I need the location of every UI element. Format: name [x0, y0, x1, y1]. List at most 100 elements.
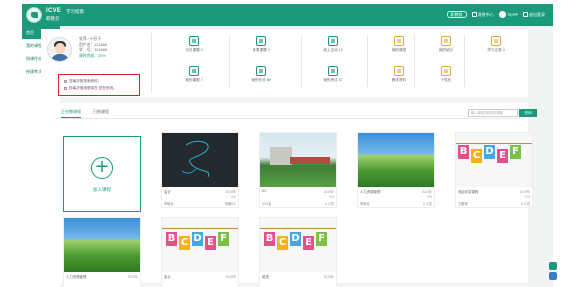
user-avatar[interactable]: [47, 37, 72, 62]
rope-image: [260, 228, 336, 229]
person-icon: [394, 36, 404, 46]
stat-online-interaction[interactable]: 线上互动 12: [301, 33, 363, 87]
stat-label: 教学资料: [391, 78, 407, 82]
course-thumbnail: [64, 218, 140, 272]
course-teacher: 0/74名: [262, 202, 272, 206]
profile-divider: [151, 33, 152, 93]
account-value: 121666: [94, 42, 107, 47]
stat-today-topics[interactable]: 今日课题 0: [164, 33, 224, 61]
stat-my-exams[interactable]: 我的考试 57: [303, 63, 363, 91]
feedback-float-icon[interactable]: [549, 262, 557, 270]
stat-value: 57: [338, 78, 343, 82]
stat-value: 7: [200, 78, 203, 82]
stat-week-topics[interactable]: 本周课题 4: [229, 33, 291, 87]
letter-flag-image: E: [497, 149, 508, 163]
letter-flag-image: D: [192, 232, 203, 246]
course-date: 2019年: [323, 190, 334, 194]
course-footer: 李继兵 授课0人: [164, 201, 236, 206]
edition-pill[interactable]: 职教版: [446, 11, 467, 18]
scribble-image: [181, 140, 210, 178]
course-title: 会计: [164, 190, 171, 194]
help-float-icon[interactable]: [549, 272, 557, 280]
rope-image: [456, 143, 532, 144]
course-thumbnail: [260, 133, 336, 187]
course-thumbnail: [358, 133, 434, 187]
user-menu[interactable]: Spark: [498, 11, 518, 18]
letter-flag-image: D: [290, 232, 301, 246]
course-card[interactable]: B C D E F 会计 2019年: [161, 217, 239, 287]
stat-label: 今日课题: [185, 48, 200, 52]
course-date: 2020年: [421, 190, 432, 194]
notice-item[interactable]: 您每次使用登录在 您在系统。: [64, 85, 134, 92]
logout-icon: [523, 11, 528, 17]
letter-flag-image: C: [179, 236, 190, 250]
course-thumbnail: [162, 133, 238, 187]
stat-label: 我的考试: [323, 78, 338, 82]
course-card[interactable]: SC 2019年 0% 0/74名 0 人员: [259, 132, 337, 208]
letter-flag-image: B: [166, 232, 177, 246]
tab-past-courses[interactable]: 已授课程: [93, 109, 109, 118]
stat-label: 个性化: [440, 78, 452, 82]
checkbox-icon: [64, 86, 67, 90]
courses-panel: 正在教课程 已授课程 输入课程名称查询课程 查询 + 加入课程 会计 2019年…: [41, 103, 537, 287]
course-search-input[interactable]: 输入课程名称查询课程: [468, 109, 518, 117]
id-label: 学 号：: [79, 48, 95, 52]
tab-current-courses[interactable]: 正在教课程: [61, 109, 81, 118]
brand-tag[interactable]: 学习指南: [66, 9, 84, 15]
course-title: 人力资源管理: [360, 190, 381, 194]
doc-icon: [189, 66, 199, 76]
letter-flag-image: F: [316, 232, 327, 246]
header-actions: 职教版 消息中心 Spark 退出登录: [446, 11, 545, 18]
stat-value: 0: [200, 48, 203, 52]
course-card[interactable]: 会计 2019年 0% 李继兵 授课0人: [161, 132, 239, 208]
stat-my-courses[interactable]: 我的课程 7: [164, 63, 224, 91]
message-center-link[interactable]: 消息中心: [471, 12, 494, 18]
course-card[interactable]: B C D E F 电影欣赏课程 2019年 0% 王鹏程 0 人员: [455, 132, 533, 208]
letter-flag-image: C: [277, 236, 288, 250]
course-thumbnail: B C D E F: [260, 218, 336, 272]
notice-box: 您每次登录系统时。 您每次使用登录在 您在系统。: [58, 74, 140, 96]
course-teacher: 李继兵: [164, 202, 174, 206]
checkbox-icon: [64, 79, 67, 83]
course-card[interactable]: B C D E F 英语 2019年: [259, 217, 337, 287]
letter-flag-image: B: [264, 232, 275, 246]
course-progress: 0%: [329, 195, 334, 199]
course-thumbnail: B C D E F: [162, 218, 238, 272]
shield-icon: [441, 66, 451, 76]
plus-icon: +: [91, 157, 113, 179]
list-icon: [328, 66, 338, 76]
logout-link[interactable]: 退出登录: [523, 12, 545, 18]
stat-study-records[interactable]: 学习记录 0: [464, 33, 526, 87]
letter-flag-image: F: [510, 145, 521, 159]
course-card[interactable]: 人力资源管理 2020年 0% 李继兵 2 人员: [357, 132, 435, 208]
search-button[interactable]: 查询: [519, 109, 537, 117]
building-image: [270, 147, 292, 165]
stat-value: 12: [338, 48, 343, 52]
course-teacher: 王鹏程: [458, 202, 468, 206]
stat-my-homework[interactable]: 我的作业 89: [231, 63, 291, 91]
add-course-card[interactable]: + 加入课程: [63, 136, 141, 212]
course-tabs: 正在教课程 已授课程: [61, 109, 109, 118]
course-date: 2019年: [323, 275, 334, 279]
account-label: 用户名：: [79, 42, 95, 47]
progress-label: 课时完成：: [79, 53, 98, 58]
course-title: SC: [262, 189, 267, 193]
building-image: [290, 157, 330, 164]
chat-icon: [328, 36, 338, 46]
notice-item[interactable]: 您每次登录系统时。: [64, 78, 134, 85]
stat-label: 我的统计: [438, 48, 454, 52]
book-icon: [491, 36, 501, 46]
icve-logo-icon[interactable]: [26, 7, 42, 23]
stat-label: 我的作业: [251, 78, 266, 82]
course-date: 2019年: [225, 190, 236, 194]
avatar-body: [51, 54, 69, 61]
course-title: 英语: [262, 275, 269, 279]
stat-personalize[interactable]: 个性化: [416, 63, 476, 91]
avatar: [498, 11, 506, 18]
calendar-icon: [189, 36, 199, 46]
course-teacher: 李继兵: [360, 202, 370, 206]
course-card[interactable]: 人力资源管理 2020年: [63, 217, 141, 287]
stat-label: 本周课题: [252, 48, 267, 52]
profile-info: 张萍 / 小芬子 用户名：121666 学 号：121666 课时完成：20%: [79, 37, 107, 59]
course-count: 0 人员: [324, 202, 334, 206]
